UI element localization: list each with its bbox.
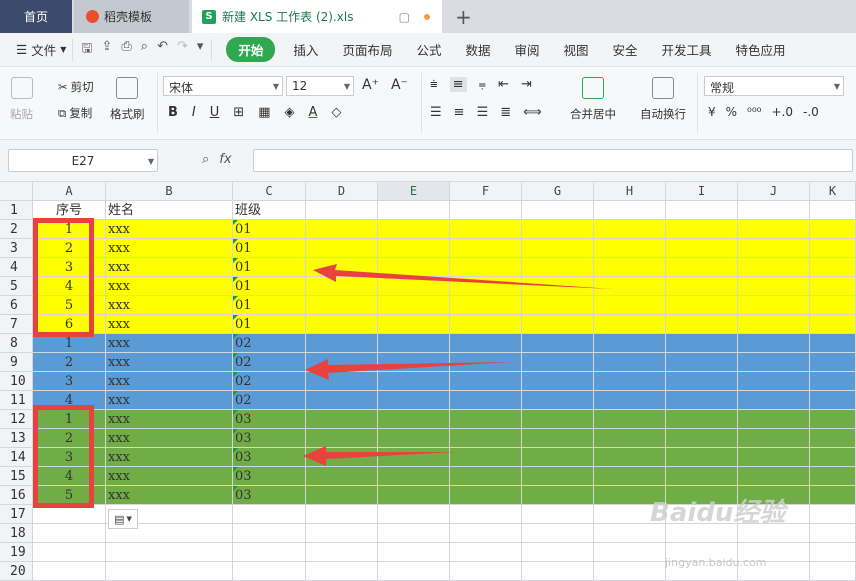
baidu-watermark-logo: Baidu经验 <box>650 498 786 528</box>
annotation-arrows <box>303 264 612 466</box>
baidu-watermark-url: jingyan.baidu.com <box>665 556 767 569</box>
arrow-green-group <box>303 446 455 466</box>
arrow-3 <box>303 446 455 466</box>
arrow-blue-group <box>305 359 512 380</box>
paste-options-button[interactable]: ▤ ▼ <box>108 509 138 529</box>
arrow-1 <box>313 264 612 289</box>
chevron-down-icon: ▼ <box>126 515 132 523</box>
arrow-2 <box>305 359 512 380</box>
clipboard-icon: ▤ <box>114 512 125 526</box>
arrow-yellow-group <box>313 264 612 289</box>
